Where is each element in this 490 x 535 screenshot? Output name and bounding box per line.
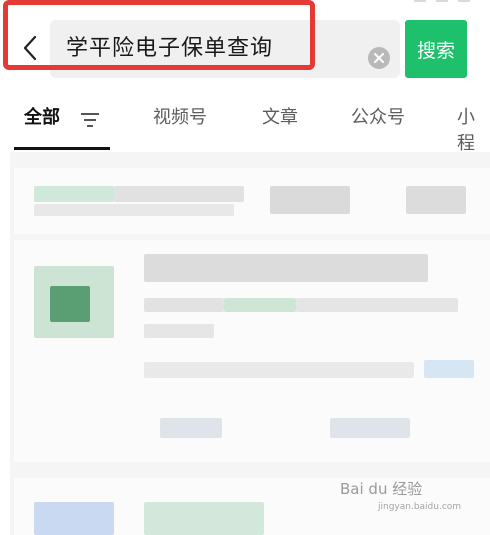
blurred-thumbnail <box>34 502 114 535</box>
blurred-content <box>160 418 222 438</box>
network-icon <box>414 0 426 2</box>
watermark-brand: Bai du 经验 <box>340 480 423 498</box>
signal-icon <box>436 0 448 2</box>
clear-icon <box>374 53 384 63</box>
blurred-content <box>224 298 296 312</box>
blurred-content <box>424 360 474 378</box>
blurred-content <box>144 254 428 282</box>
search-header: 学平险电子保单查询 搜索 <box>0 8 490 88</box>
blurred-content <box>406 186 466 214</box>
blurred-content <box>270 186 350 214</box>
status-bar <box>0 0 490 8</box>
blurred-thumbnail <box>50 286 90 322</box>
search-input[interactable]: 学平险电子保单查询 <box>50 20 400 78</box>
tab-all[interactable]: 全部 <box>24 105 60 131</box>
tab-articles[interactable]: 文章 <box>262 105 298 131</box>
tab-mini-programs[interactable]: 小程 <box>457 105 490 157</box>
result-card[interactable] <box>14 240 490 462</box>
blurred-content <box>144 324 214 338</box>
tab-official-accounts[interactable]: 公众号 <box>351 105 405 131</box>
blurred-content <box>34 204 234 216</box>
blurred-content <box>330 418 410 438</box>
chevron-left-icon <box>23 35 37 61</box>
filter-icon[interactable] <box>80 112 100 128</box>
clear-button[interactable] <box>368 47 390 69</box>
tab-bar: 全部 视频号 文章 公众号 小程 <box>0 95 490 154</box>
blurred-content <box>296 298 458 312</box>
watermark-domain: jingyan.baidu.com <box>378 502 462 512</box>
status-icons <box>414 0 470 2</box>
blurred-content <box>144 362 414 378</box>
blurred-content <box>114 186 244 202</box>
battery-icon <box>458 0 470 2</box>
blurred-content <box>34 186 114 202</box>
search-button[interactable]: 搜索 <box>405 20 467 78</box>
tab-channels[interactable]: 视频号 <box>153 105 207 131</box>
back-button[interactable] <box>18 30 42 66</box>
search-query-text: 学平险电子保单查询 <box>66 36 274 61</box>
blurred-content <box>144 298 224 312</box>
active-tab-indicator <box>14 147 110 150</box>
blurred-content <box>144 502 264 535</box>
result-card[interactable] <box>14 168 490 234</box>
